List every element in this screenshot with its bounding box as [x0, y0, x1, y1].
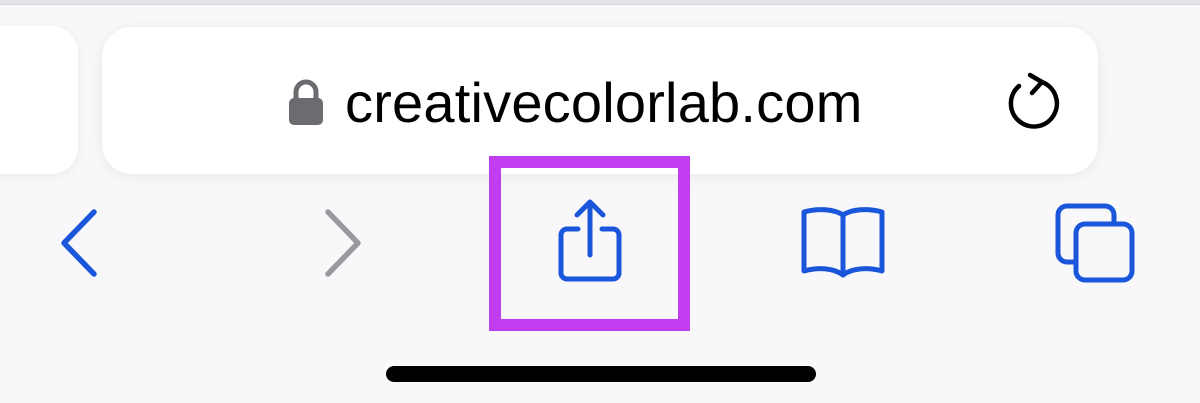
url-text[interactable]: creativecolorlab.com	[345, 68, 863, 138]
reload-button[interactable]	[1000, 66, 1066, 136]
top-edge-divider	[0, 0, 1200, 5]
forward-button[interactable]	[318, 208, 366, 278]
bookmarks-button[interactable]	[796, 203, 890, 281]
share-button[interactable]	[545, 193, 635, 293]
share-icon	[545, 193, 635, 293]
chevron-right-icon	[318, 208, 366, 278]
tabs-icon	[1050, 200, 1140, 286]
chevron-left-icon	[56, 208, 104, 278]
back-button[interactable]	[56, 208, 104, 278]
reload-icon	[1000, 66, 1066, 136]
book-icon	[796, 203, 890, 281]
home-indicator[interactable]	[386, 366, 816, 382]
lock-icon	[287, 78, 325, 126]
tabs-button[interactable]	[1050, 200, 1140, 286]
previous-tab-card[interactable]	[0, 26, 78, 174]
